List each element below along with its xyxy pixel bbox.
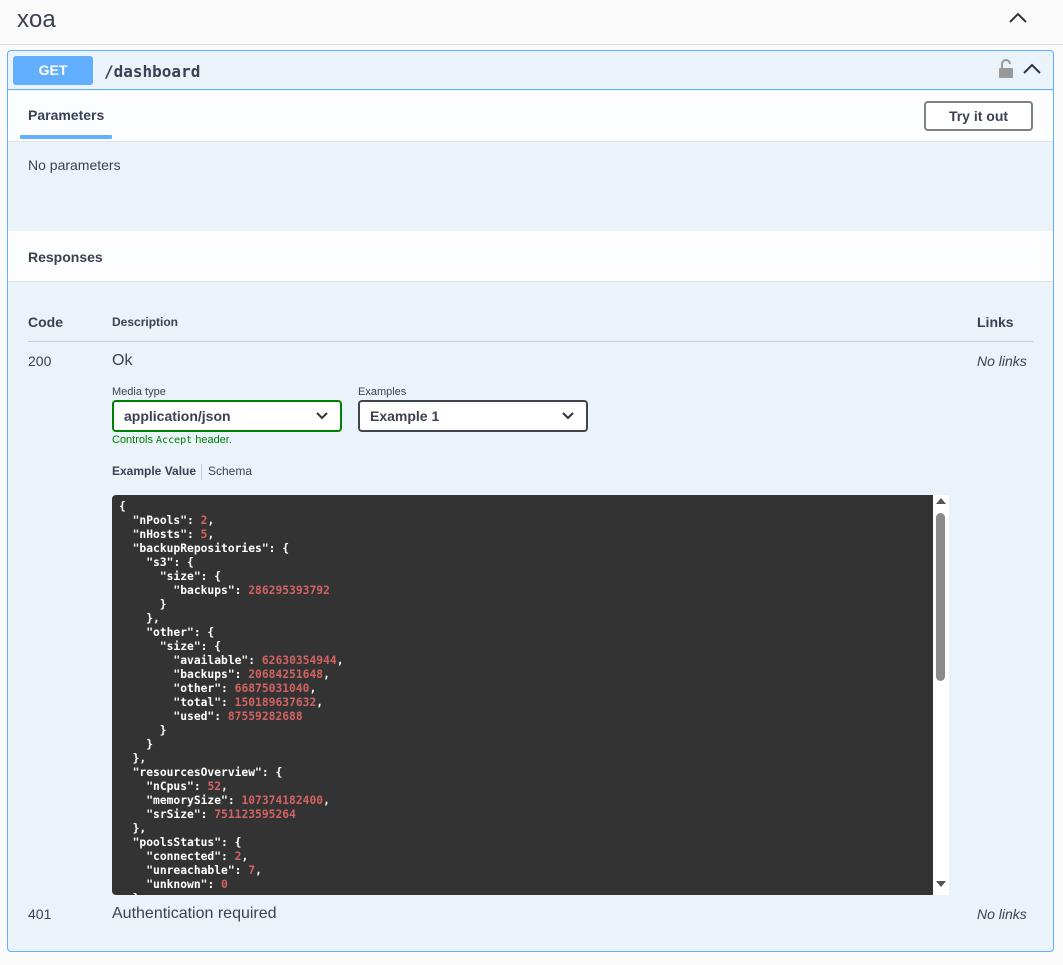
chevron-up-icon[interactable] (1007, 9, 1029, 27)
tab-example-value[interactable]: Example Value (112, 464, 196, 478)
tab-schema[interactable]: Schema (208, 464, 252, 478)
tab-parameters[interactable]: Parameters (28, 107, 104, 123)
operation-summary[interactable]: GET /dashboard (8, 51, 1053, 90)
scroll-thumb[interactable] (936, 513, 945, 681)
examples-label: Examples (358, 386, 407, 398)
column-header-code: Code (28, 314, 63, 330)
operation-block: GET /dashboard Parameters Try it out No … (7, 50, 1054, 952)
code-scrollbar[interactable] (933, 495, 949, 895)
column-header-description: Description (112, 315, 179, 329)
examples-value: Example 1 (370, 408, 440, 424)
parameters-header: Parameters Try it out (8, 91, 1053, 142)
tag-title: xoa (17, 6, 56, 33)
column-header-links: Links (977, 314, 1014, 330)
responses-title: Responses (28, 249, 103, 265)
chevron-up-icon[interactable] (1021, 60, 1043, 78)
response-links: No links (977, 906, 1027, 922)
media-type-value: application/json (124, 408, 231, 424)
table-divider (28, 341, 1033, 342)
scroll-up-arrow-icon[interactable] (936, 498, 946, 504)
media-type-select[interactable]: application/json (112, 400, 342, 432)
lock-open-icon[interactable] (997, 59, 1015, 79)
scroll-down-arrow-icon[interactable] (936, 881, 946, 887)
tab-separator (201, 464, 202, 480)
no-parameters-text: No parameters (28, 157, 121, 173)
chevron-down-icon (562, 412, 574, 420)
chevron-down-icon (316, 412, 328, 420)
examples-select[interactable]: Example 1 (358, 400, 588, 432)
media-type-label: Media type (112, 386, 166, 398)
try-it-out-button[interactable]: Try it out (924, 101, 1033, 131)
example-json: { "nPools": 2, "nHosts": 5, "backupRepos… (119, 500, 344, 895)
response-description: Ok (112, 352, 133, 369)
operation-path: /dashboard (104, 62, 201, 81)
tag-header[interactable]: xoa (0, 0, 1063, 45)
accept-header-note: Controls Accept header. (112, 434, 232, 446)
tab-underline (20, 135, 112, 139)
method-badge: GET (13, 56, 93, 85)
example-code-block[interactable]: { "nPools": 2, "nHosts": 5, "backupRepos… (112, 495, 949, 895)
response-code: 200 (28, 353, 52, 369)
responses-header: Responses (8, 231, 1053, 282)
response-code: 401 (28, 906, 52, 922)
response-description: Authentication required (112, 905, 277, 922)
response-links: No links (977, 353, 1027, 369)
